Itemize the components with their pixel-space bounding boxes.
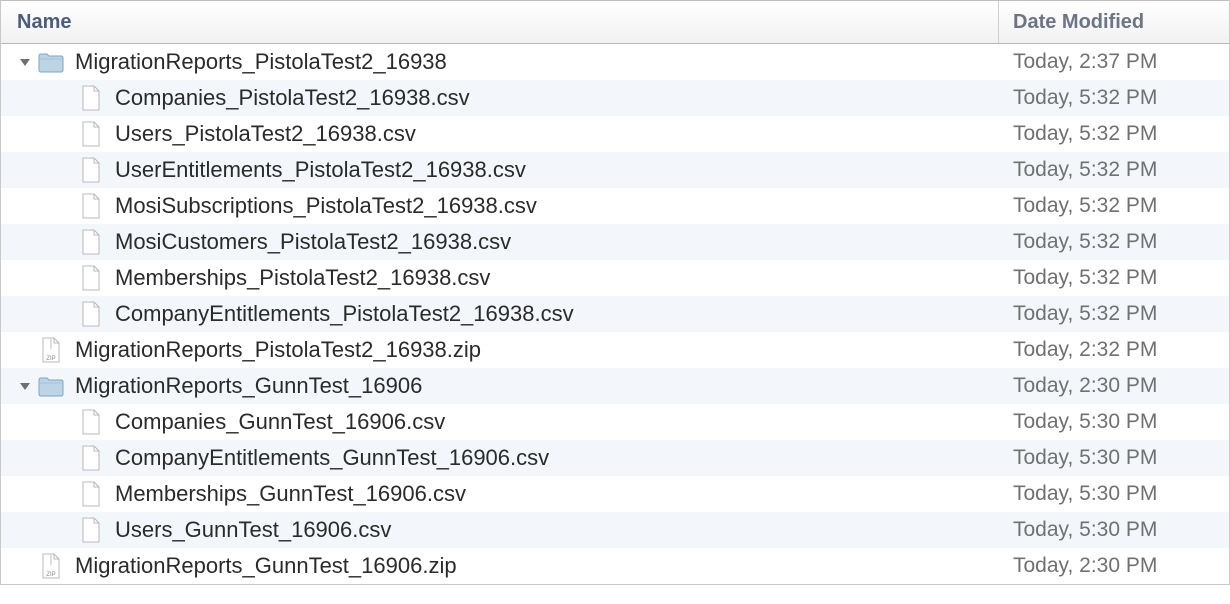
file-icon [77, 84, 105, 112]
row-name-label: CompanyEntitlements_GunnTest_16906.csv [115, 445, 549, 471]
file-row[interactable]: Companies_PistolaTest2_16938.csv Today, 5… [1, 80, 1229, 116]
column-header-date[interactable]: Date Modified [999, 1, 1229, 43]
row-date-cell: Today, 5:32 PM [999, 230, 1229, 254]
row-date-cell: Today, 5:32 PM [999, 302, 1229, 326]
row-name-cell[interactable]: MigrationReports_PistolaTest2_16938 [1, 48, 999, 76]
file-icon [77, 300, 105, 328]
folder-row[interactable]: MigrationReports_GunnTest_16906 Today, 2:… [1, 368, 1229, 404]
file-icon [77, 228, 105, 256]
column-header-name[interactable]: Name [1, 1, 999, 43]
row-name-label: MigrationReports_PistolaTest2_16938.zip [75, 337, 481, 363]
zip-file-icon: ZIP [37, 336, 65, 364]
row-date-cell: Today, 2:32 PM [999, 338, 1229, 362]
row-name-cell[interactable]: MosiSubscriptions_PistolaTest2_16938.csv [1, 192, 999, 220]
file-row[interactable]: Memberships_PistolaTest2_16938.csv Today,… [1, 260, 1229, 296]
row-name-cell[interactable]: CompanyEntitlements_PistolaTest2_16938.c… [1, 300, 999, 328]
row-date-cell: Today, 5:32 PM [999, 266, 1229, 290]
folder-icon [37, 372, 65, 400]
row-name-cell[interactable]: Companies_PistolaTest2_16938.csv [1, 84, 999, 112]
zip-row[interactable]: ZIP MigrationReports_GunnTest_16906.zip To… [1, 548, 1229, 584]
disclosure-triangle-icon[interactable] [13, 380, 37, 392]
row-name-label: Memberships_PistolaTest2_16938.csv [115, 265, 490, 291]
row-name-label: Companies_PistolaTest2_16938.csv [115, 85, 470, 111]
row-date-cell: Today, 2:30 PM [999, 554, 1229, 578]
file-icon [77, 264, 105, 292]
row-name-label: MosiSubscriptions_PistolaTest2_16938.csv [115, 193, 537, 219]
file-icon [77, 516, 105, 544]
row-name-label: Users_PistolaTest2_16938.csv [115, 121, 416, 147]
row-name-label: UserEntitlements_PistolaTest2_16938.csv [115, 157, 526, 183]
row-name-label: Users_GunnTest_16906.csv [115, 517, 391, 543]
file-rows: MigrationReports_PistolaTest2_16938 Today… [1, 44, 1229, 584]
file-row[interactable]: MosiSubscriptions_PistolaTest2_16938.csv… [1, 188, 1229, 224]
file-row[interactable]: Memberships_GunnTest_16906.csv Today, 5:3… [1, 476, 1229, 512]
file-row[interactable]: Companies_GunnTest_16906.csv Today, 5:30 … [1, 404, 1229, 440]
column-header-name-label: Name [17, 11, 71, 34]
row-name-cell[interactable]: Memberships_GunnTest_16906.csv [1, 480, 999, 508]
row-date-cell: Today, 5:32 PM [999, 194, 1229, 218]
row-name-cell[interactable]: Memberships_PistolaTest2_16938.csv [1, 264, 999, 292]
file-icon [77, 480, 105, 508]
row-name-cell[interactable]: Users_GunnTest_16906.csv [1, 516, 999, 544]
file-list-view: Name Date Modified MigrationReports_Pist… [0, 0, 1230, 585]
file-icon [77, 120, 105, 148]
file-icon [77, 408, 105, 436]
row-name-cell[interactable]: MosiCustomers_PistolaTest2_16938.csv [1, 228, 999, 256]
row-date-cell: Today, 5:32 PM [999, 122, 1229, 146]
row-name-cell[interactable]: Companies_GunnTest_16906.csv [1, 408, 999, 436]
row-date-cell: Today, 5:30 PM [999, 518, 1229, 542]
folder-icon [37, 48, 65, 76]
row-name-cell[interactable]: MigrationReports_GunnTest_16906 [1, 372, 999, 400]
row-date-cell: Today, 2:37 PM [999, 50, 1229, 74]
folder-row[interactable]: MigrationReports_PistolaTest2_16938 Today… [1, 44, 1229, 80]
row-name-label: MigrationReports_GunnTest_16906 [75, 373, 422, 399]
row-name-label: MigrationReports_GunnTest_16906.zip [75, 553, 457, 579]
zip-row[interactable]: ZIP MigrationReports_PistolaTest2_16938.z… [1, 332, 1229, 368]
svg-text:ZIP: ZIP [46, 572, 55, 578]
row-name-cell[interactable]: CompanyEntitlements_GunnTest_16906.csv [1, 444, 999, 472]
row-name-cell[interactable]: ZIP MigrationReports_GunnTest_16906.zip [1, 552, 999, 580]
zip-file-icon: ZIP [37, 552, 65, 580]
file-row[interactable]: CompanyEntitlements_PistolaTest2_16938.c… [1, 296, 1229, 332]
row-name-label: Memberships_GunnTest_16906.csv [115, 481, 466, 507]
row-name-label: Companies_GunnTest_16906.csv [115, 409, 445, 435]
file-icon [77, 156, 105, 184]
row-name-cell[interactable]: Users_PistolaTest2_16938.csv [1, 120, 999, 148]
row-date-cell: Today, 5:30 PM [999, 446, 1229, 470]
file-icon [77, 444, 105, 472]
file-row[interactable]: Users_GunnTest_16906.csv Today, 5:30 PM [1, 512, 1229, 548]
disclosure-triangle-icon[interactable] [13, 56, 37, 68]
row-date-cell: Today, 5:32 PM [999, 158, 1229, 182]
file-row[interactable]: UserEntitlements_PistolaTest2_16938.csv T… [1, 152, 1229, 188]
row-name-label: MigrationReports_PistolaTest2_16938 [75, 49, 447, 75]
file-row[interactable]: MosiCustomers_PistolaTest2_16938.csv Toda… [1, 224, 1229, 260]
svg-text:ZIP: ZIP [46, 356, 55, 362]
row-date-cell: Today, 5:30 PM [999, 410, 1229, 434]
file-row[interactable]: CompanyEntitlements_GunnTest_16906.csv To… [1, 440, 1229, 476]
file-row[interactable]: Users_PistolaTest2_16938.csv Today, 5:32 … [1, 116, 1229, 152]
row-name-label: MosiCustomers_PistolaTest2_16938.csv [115, 229, 511, 255]
file-icon [77, 192, 105, 220]
row-date-cell: Today, 5:32 PM [999, 86, 1229, 110]
row-name-label: CompanyEntitlements_PistolaTest2_16938.c… [115, 301, 574, 327]
column-header-row: Name Date Modified [1, 0, 1229, 44]
row-date-cell: Today, 5:30 PM [999, 482, 1229, 506]
row-name-cell[interactable]: ZIP MigrationReports_PistolaTest2_16938.z… [1, 336, 999, 364]
row-name-cell[interactable]: UserEntitlements_PistolaTest2_16938.csv [1, 156, 999, 184]
column-header-date-label: Date Modified [1013, 11, 1144, 34]
row-date-cell: Today, 2:30 PM [999, 374, 1229, 398]
